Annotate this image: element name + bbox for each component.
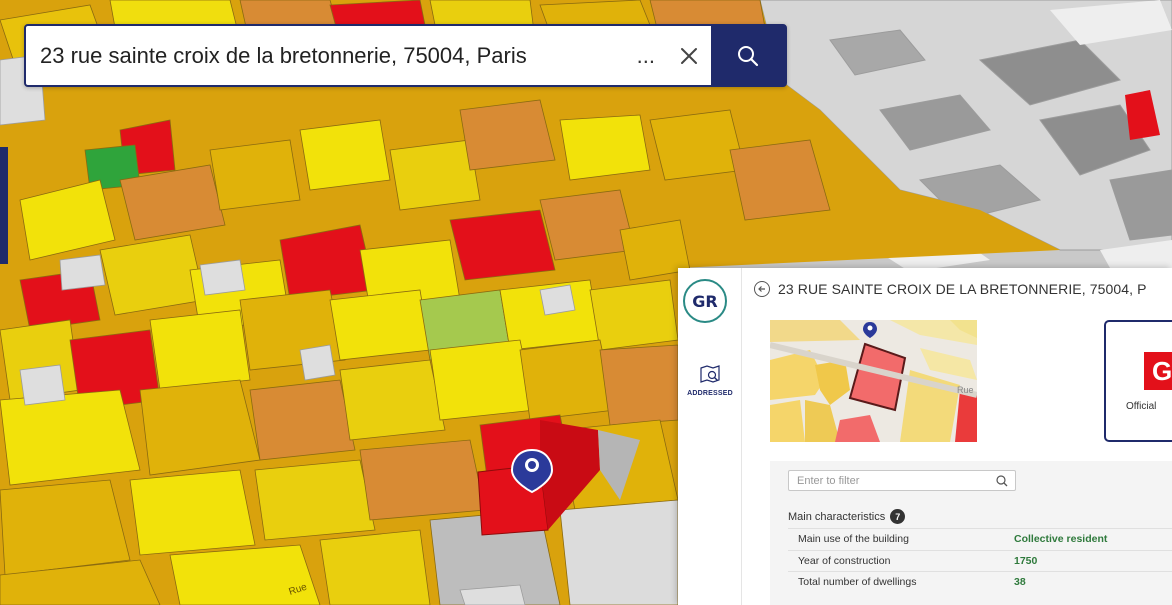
- table-row: Main use of the building Collective resi…: [788, 528, 1172, 550]
- filter-input[interactable]: [789, 471, 989, 490]
- section-count-badge: 7: [890, 509, 906, 524]
- section-title: Main characteristics: [788, 510, 886, 523]
- panel-rail: GR ADDRESSED: [678, 268, 742, 605]
- app-logo[interactable]: GR: [683, 279, 727, 323]
- characteristics-table: Main use of the building Collective resi…: [788, 528, 1172, 593]
- rail-item-addressed[interactable]: ADDRESSED: [678, 364, 742, 397]
- characteristics-section: Main characteristics 7 Main use of the b…: [770, 461, 1172, 605]
- back-button[interactable]: [754, 281, 770, 297]
- row-value: Collective resident: [1014, 533, 1108, 546]
- search-input[interactable]: 23 rue sainte croix de la bretonnerie, 7…: [26, 26, 633, 85]
- row-label: Total number of dwellings: [798, 576, 917, 589]
- minimap-canvas: Rue: [770, 320, 977, 442]
- official-logo: G: [1144, 352, 1172, 390]
- address-title: 23 RUE SAINTE CROIX DE LA BRETONNERIE, 7…: [778, 281, 1147, 297]
- rail-item-label: ADDRESSED: [687, 390, 733, 397]
- official-logo-text: G: [1152, 356, 1172, 386]
- filter-search-button[interactable]: [989, 474, 1015, 487]
- panel-header: 23 RUE SAINTE CROIX DE LA BRETONNERIE, 7…: [754, 281, 1147, 297]
- row-value: 1750: [1014, 554, 1038, 567]
- panel-content: 23 RUE SAINTE CROIX DE LA BRETONNERIE, 7…: [742, 268, 1172, 605]
- map-search-icon: [700, 365, 720, 383]
- official-caption: Official: [1126, 401, 1157, 412]
- table-row: Year of construction 1750: [788, 549, 1172, 572]
- side-drawer-handle[interactable]: [0, 147, 8, 264]
- query-overflow: ...: [636, 42, 655, 68]
- building-info-panel: GR ADDRESSED 23 RUE SAINTE CROIX DE LA B…: [678, 268, 1172, 605]
- row-label: Year of construction: [798, 554, 891, 567]
- address-search-bar: 23 rue sainte croix de la bretonnerie, 7…: [24, 24, 787, 87]
- search-icon: [738, 45, 759, 66]
- close-icon: [681, 47, 697, 64]
- row-label: Main use of the building: [798, 533, 909, 546]
- minimap-street-label: Rue: [957, 385, 974, 395]
- search-query-text: 23 rue sainte croix de la bretonnerie, 7…: [40, 42, 527, 68]
- clear-search-button[interactable]: [667, 26, 711, 85]
- row-value: 38: [1014, 576, 1026, 589]
- arrow-left-icon: [758, 286, 765, 292]
- building-minimap[interactable]: Rue: [770, 320, 977, 442]
- search-submit-button[interactable]: [711, 26, 785, 85]
- official-card[interactable]: G Official: [1104, 320, 1172, 442]
- search-icon: [996, 474, 1008, 486]
- logo-text: GR: [692, 291, 718, 311]
- table-row: Total number of dwellings 38: [788, 571, 1172, 593]
- filter-field: [788, 470, 1016, 491]
- section-header[interactable]: Main characteristics 7: [788, 509, 906, 524]
